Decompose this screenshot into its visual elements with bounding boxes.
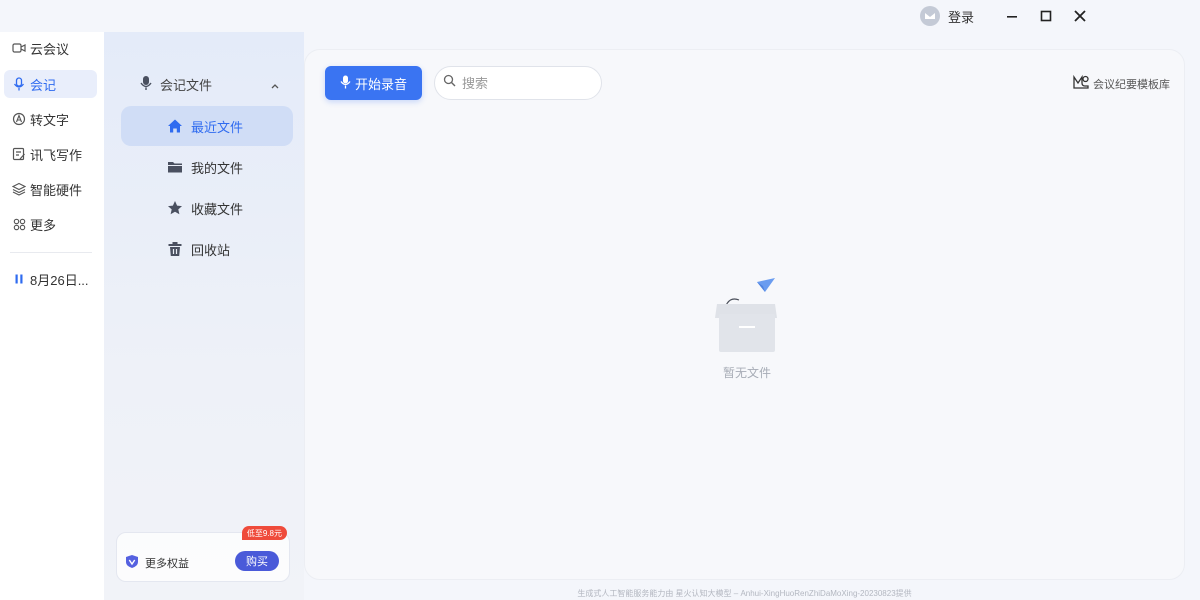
benefits-promo: 低至9.8元 更多权益 购买 [116,526,290,582]
title-bar: 登录 [900,0,1200,32]
ai-disclaimer-footer: 生成式人工智能服务能力由 星火认知大模型 – Anhui-XingHuoRenZ… [577,589,912,598]
start-recording-button[interactable]: 开始录音 [325,66,422,100]
login-button[interactable]: 登录 [920,6,974,26]
start-recording-label: 开始录音 [354,76,407,92]
file-panel: 会记文件 最近文件 我的文件 收藏文件 回收站 低至9.8元 更多权益 购买 [104,32,304,600]
main-content: 开始录音 会议纪要模板库 暂无文件 [304,49,1185,580]
nav-item-more[interactable]: 更多 [4,210,97,238]
promo-label: 更多权益 [145,558,189,570]
minimize-button[interactable] [1000,4,1024,28]
panel-header[interactable]: 会记文件 [140,72,280,96]
nav-item-label: 会记 [30,77,57,93]
left-nav: 云会议 会记 转文字 讯飞写作 智能硬件 更多 8月26日... [0,32,104,600]
vip-badge-icon [125,554,139,572]
apps-grid-icon [12,217,26,231]
panel-item-label: 回收站 [191,242,231,258]
template-library-label: 会议纪要模板库 [1093,78,1170,91]
buy-button[interactable]: 购买 [235,551,279,571]
nav-item-hardware[interactable]: 智能硬件 [4,175,97,203]
nav-item-recording-session[interactable]: 8月26日... [4,265,97,293]
nav-item-label: 云会议 [30,41,70,57]
panel-item-label: 收藏文件 [191,201,244,217]
panel-item-my-files[interactable]: 我的文件 [121,147,293,187]
nav-divider [10,252,92,253]
chevron-up-icon[interactable] [270,78,280,93]
home-icon [167,118,183,134]
panel-item-trash[interactable]: 回收站 [121,229,293,269]
template-library-icon [1072,74,1090,93]
nav-item-label: 转文字 [30,112,70,128]
microphone-icon [340,75,351,92]
empty-state: 暂无文件 [705,276,785,386]
edit-document-icon [12,147,26,161]
text-convert-icon [12,112,26,126]
search-input[interactable] [462,75,592,91]
nav-item-label: 更多 [30,217,57,233]
microphone-icon [12,77,26,91]
maximize-button[interactable] [1034,4,1058,28]
nav-item-label: 讯飞写作 [30,147,83,163]
microphone-icon [140,75,152,94]
video-camera-icon [12,41,26,55]
folder-icon [167,159,183,175]
panel-item-recent-files[interactable]: 最近文件 [121,106,293,146]
nav-item-transcribe[interactable]: 转文字 [4,105,97,133]
close-button[interactable] [1068,4,1092,28]
search-icon [443,74,456,92]
panel-item-label: 我的文件 [191,160,244,176]
avatar [920,6,940,26]
nav-item-cloud-meeting[interactable]: 云会议 [4,34,97,62]
login-label: 登录 [948,9,975,25]
pause-icon [12,272,26,286]
star-icon [167,200,183,216]
panel-header-label: 会记文件 [160,77,213,93]
nav-item-label: 智能硬件 [30,182,83,198]
promo-row: 更多权益 购买 [125,551,279,575]
promo-price-badge: 低至9.8元 [241,526,287,540]
recording-session-label: 8月26日... [30,272,89,288]
search-box[interactable] [434,66,602,100]
meeting-template-library-link[interactable]: 会议纪要模板库 [1072,74,1170,93]
maximize-icon [1040,10,1052,22]
layers-icon [12,182,26,196]
nav-item-writing[interactable]: 讯飞写作 [4,140,97,168]
minimize-icon [1007,16,1017,18]
trash-icon [167,241,183,257]
panel-item-favorites[interactable]: 收藏文件 [121,188,293,228]
empty-state-text: 暂无文件 [722,366,771,380]
nav-item-huiji[interactable]: 会记 [4,70,97,98]
empty-box-icon [715,278,777,352]
panel-item-label: 最近文件 [191,119,244,135]
close-icon [1074,10,1086,22]
